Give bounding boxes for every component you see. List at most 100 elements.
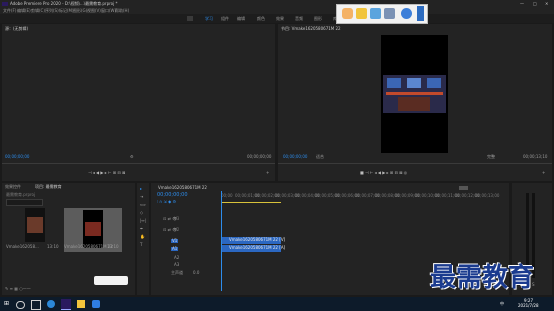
- menu-clip[interactable]: 剪辑(C): [31, 9, 45, 13]
- ime-toolbar[interactable]: [94, 276, 128, 285]
- workspace-tab-audio[interactable]: 音频: [295, 17, 303, 21]
- program-title: 节目: Vmake1620580671M 22: [281, 26, 341, 31]
- video-frame-image: [383, 75, 446, 113]
- workspace-tab-assembly[interactable]: 组件: [221, 17, 229, 21]
- audio-clip-label: Vmake1620580671M 22 [A]: [229, 245, 286, 250]
- timeline-tools[interactable]: ⫶ ∩ ⇲ ◆ ⚙: [157, 200, 176, 204]
- audio-clip[interactable]: Vmake1620580671M 22 [A]: [222, 245, 285, 252]
- program-duration: 00;00;13;10: [523, 154, 548, 159]
- workspace-tab-color[interactable]: 颜色: [257, 17, 265, 21]
- program-monitor[interactable]: [381, 35, 448, 153]
- hand-icon[interactable]: [342, 8, 353, 19]
- project-file-name: 最需教育.prproj: [6, 192, 36, 197]
- program-timecode: 00;00;00;00: [283, 154, 308, 159]
- watermark-text: 最需教育: [430, 263, 535, 293]
- sequence-item-name: Vmake1620580671M 22: [64, 244, 113, 249]
- edge-icon[interactable]: [47, 300, 55, 308]
- razor-tool-icon[interactable]: ◇: [140, 211, 143, 215]
- maximize-button[interactable]: □: [533, 2, 537, 6]
- track-v1-label[interactable]: V1: [171, 239, 179, 243]
- project-bottom-tools[interactable]: ✎ ≡ ▦ ○——: [5, 287, 31, 291]
- menu-file[interactable]: 文件(F): [3, 9, 16, 13]
- premiere-taskbar-icon[interactable]: [61, 299, 71, 310]
- title-bar: Adobe Premiere Pro 2020 - D:\视频\...\最需教育…: [0, 0, 554, 7]
- master-track-label: 主声道: [171, 270, 183, 275]
- task-view-icon[interactable]: [31, 300, 41, 310]
- timeline-tab[interactable]: Vmake1620580671M 22: [158, 186, 207, 190]
- screen-icon[interactable]: [370, 8, 381, 19]
- menu-help[interactable]: 帮助(H): [115, 9, 129, 13]
- home-icon[interactable]: [187, 16, 193, 21]
- source-duration: 00;00;00;00: [247, 154, 272, 159]
- workspace-tab-graphics[interactable]: 图形: [314, 17, 322, 21]
- source-wrench-icon[interactable]: ⚙: [130, 155, 134, 159]
- program-controls[interactable]: ■ ⊣ ⊢ ◂ ◀ ▶ ▸ ⊞ ⊟ ⊠ ◎: [360, 171, 407, 175]
- video-clip-label: Vmake1620580671M 22 [V]: [229, 237, 286, 242]
- workspace-tab-learn[interactable]: 学习: [205, 17, 213, 21]
- video-clip[interactable]: Vmake1620580671M 22 [V]: [222, 237, 285, 244]
- source-controls[interactable]: ⊣ ◂ ◀ ▶ ▸ ⊢ ⊞ ⊟ ⊠: [88, 171, 125, 175]
- windows-start-icon[interactable]: ⊞: [4, 301, 9, 307]
- menu-view[interactable]: 视图(V): [87, 9, 101, 13]
- hand-tool-icon[interactable]: ✋: [140, 235, 145, 239]
- timeline-badge[interactable]: [459, 186, 468, 190]
- ruler-tick: 00;00;13;00: [475, 193, 500, 198]
- menu-sequence[interactable]: 序列(S): [45, 9, 59, 13]
- track-v2-label: V2: [174, 227, 180, 232]
- close-button[interactable]: ✕: [545, 2, 548, 6]
- menu-window[interactable]: 窗口(W): [101, 9, 116, 13]
- selection-tool-icon[interactable]: ▸: [140, 187, 142, 191]
- workspace-tab-effects[interactable]: 效果: [276, 17, 284, 21]
- program-scrub-bar[interactable]: [278, 163, 552, 164]
- work-area-bar[interactable]: [221, 202, 281, 203]
- tab-project[interactable]: 项目: 最需教育: [35, 185, 62, 189]
- source-add-button[interactable]: +: [266, 171, 269, 175]
- program-add-button[interactable]: +: [542, 171, 545, 175]
- menu-graphics[interactable]: 图形(G): [73, 9, 87, 13]
- zoom-icon[interactable]: [384, 8, 395, 19]
- project-search-input[interactable]: [6, 199, 43, 206]
- program-fit-select[interactable]: 适合: [316, 155, 324, 159]
- slip-tool-icon[interactable]: |↔|: [140, 219, 146, 223]
- master-volume[interactable]: 0.0: [193, 271, 199, 275]
- menu-bar: 文件(F) 编辑(E) 剪辑(C) 序列(S) 标记(M) 图形(G) 视图(V…: [0, 7, 554, 14]
- premiere-logo-icon: [2, 2, 8, 6]
- clock-date: 2021/7/28: [518, 303, 539, 308]
- tab-effect-controls[interactable]: 效果控件: [5, 185, 21, 189]
- program-panel: 节目: Vmake1620580671M 22 00;00;00;00 适合 完…: [278, 24, 552, 181]
- window-title: Adobe Premiere Pro 2020 - D:\视频\...\最需教育…: [10, 1, 118, 6]
- taskbar: ⊞ 中 9:27 2021/7/28: [0, 297, 554, 311]
- menu-marker[interactable]: 标记(M): [59, 9, 74, 13]
- tools-panel: ▸ ⇥ ⟺ ◇ |↔| ✒ ✋ T: [137, 183, 149, 295]
- folder-icon[interactable]: [77, 300, 85, 308]
- workspace-tab-editing[interactable]: 编辑: [237, 17, 245, 21]
- source-panel: 源：(无剪辑) 00;00;00;00 ⚙ 00;00;00;00 ⊣ ◂ ◀ …: [2, 24, 275, 181]
- app-icon[interactable]: [92, 300, 100, 308]
- type-tool-icon[interactable]: T: [140, 243, 142, 247]
- track-select-tool-icon[interactable]: ⇥: [140, 195, 143, 199]
- track-a1-label[interactable]: A1: [171, 247, 179, 251]
- timeline-timecode[interactable]: 00;00;00;00: [157, 193, 188, 198]
- ripple-tool-icon[interactable]: ⟺: [140, 203, 146, 207]
- ime-language[interactable]: 中: [500, 302, 504, 306]
- menu-edit[interactable]: 编辑(E): [17, 9, 31, 13]
- source-title: 源：(无剪辑): [5, 26, 29, 31]
- project-item-thumb[interactable]: [25, 208, 45, 242]
- collapse-icon[interactable]: [417, 6, 424, 21]
- ruler-tick: 00;00: [221, 193, 233, 198]
- track-a2-label: A2: [174, 255, 180, 260]
- note-icon[interactable]: [356, 8, 367, 19]
- track-v3-label: V3: [174, 216, 180, 221]
- workspace-bar: 学习 组件 编辑 颜色 效果 音频 图形 库: [0, 14, 554, 23]
- timeline-ruler[interactable]: 00;00 00;00;01;00 00;00;02;00 00;00;03;0…: [221, 190, 509, 200]
- source-scrub-bar[interactable]: [2, 163, 275, 164]
- program-full-select[interactable]: 完整: [487, 155, 495, 159]
- project-item-name: Vmake162058...: [6, 244, 39, 249]
- minimize-button[interactable]: —: [520, 2, 524, 6]
- sequence-item-duration: 13:10: [107, 244, 119, 249]
- info-icon[interactable]: [401, 8, 412, 19]
- project-panel: 效果控件 项目: 最需教育 最需教育.prproj Vmake162058...…: [2, 183, 135, 295]
- search-icon[interactable]: [16, 301, 25, 309]
- pen-tool-icon[interactable]: ✒: [140, 227, 143, 231]
- source-timecode: 00;00;00;00: [5, 154, 30, 159]
